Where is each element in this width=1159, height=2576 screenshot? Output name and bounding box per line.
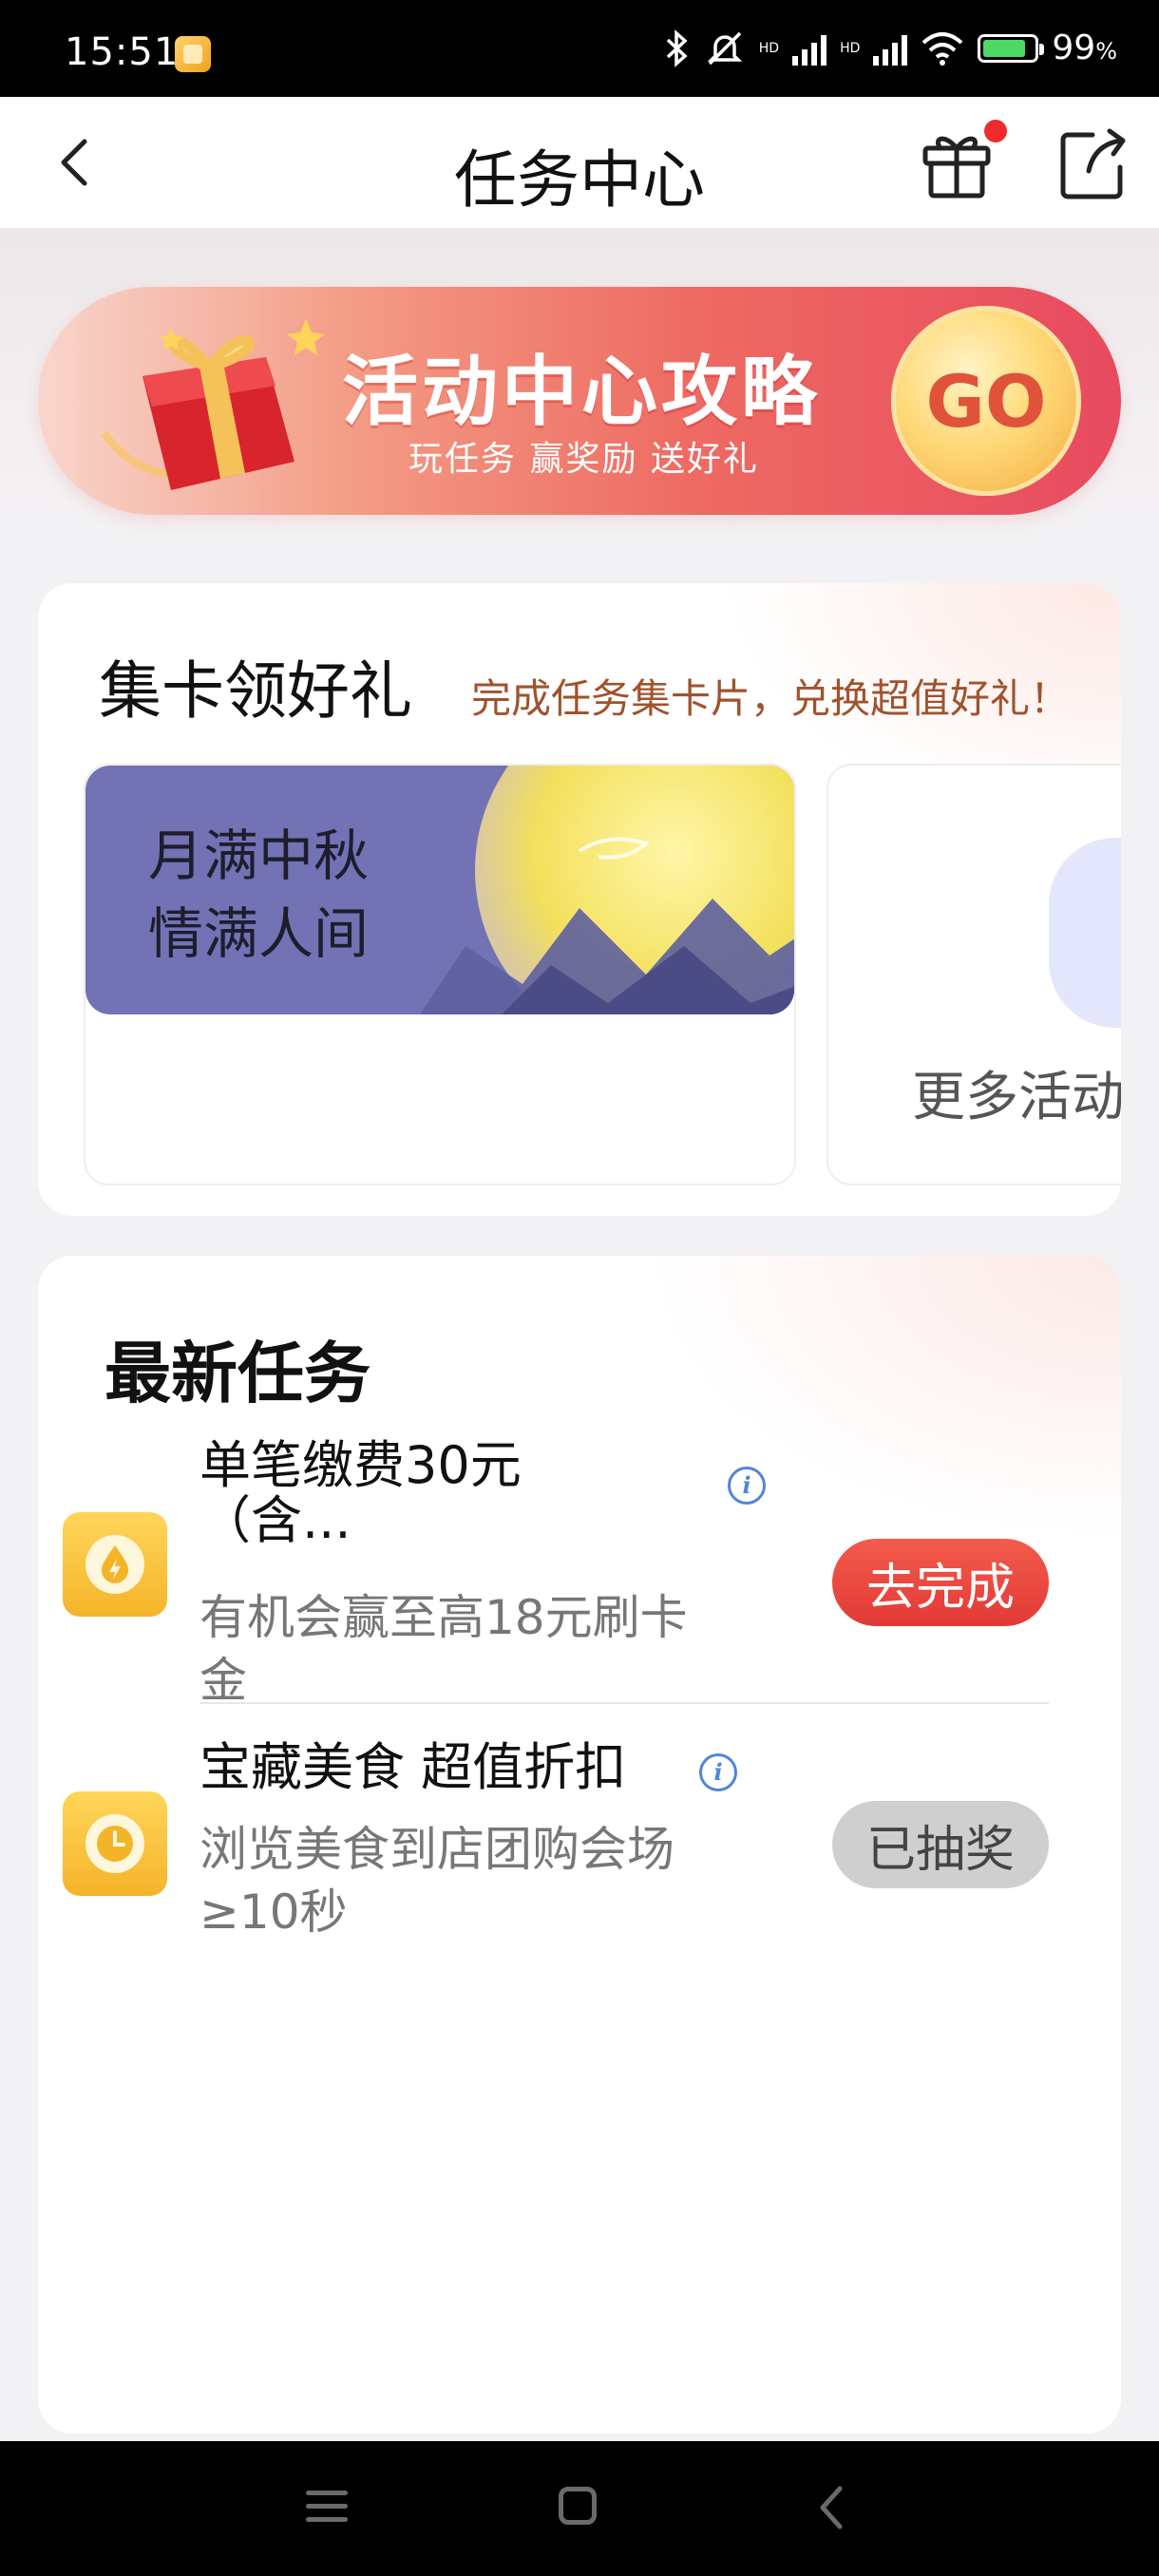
task-divider [200, 1702, 1049, 1704]
status-time: 15:51 [65, 30, 180, 74]
clock-icon [63, 1791, 167, 1896]
collect-cards-section: 集卡领好礼 完成任务集卡片，兑换超值好礼！ 月满中秋 情满人间 更多活动 [38, 583, 1121, 1216]
battery-percent: 99 [1052, 28, 1096, 67]
hd-label-1: HD [758, 40, 780, 56]
info-icon-2[interactable]: i [699, 1753, 737, 1791]
status-bar: 15:51 HD HD 99% [0, 0, 1159, 97]
complete-task-button[interactable]: 去完成 [832, 1539, 1049, 1626]
signal-icon-2 [873, 31, 908, 66]
home-icon[interactable] [559, 2487, 597, 2525]
activity-line-2: 情满人间 [148, 901, 370, 966]
lightning-icon [63, 1512, 167, 1617]
activity-guide-banner[interactable]: 活动中心攻略 玩任务 赢奖励 送好礼 GO [38, 287, 1121, 515]
notification-dot [984, 120, 1007, 142]
system-nav-bar [0, 2441, 1159, 2576]
banner-title: 活动中心攻略 [342, 348, 821, 436]
share-icon[interactable] [1051, 122, 1136, 207]
info-icon[interactable]: i [728, 1467, 766, 1505]
task-name: 单笔缴费30元 （含... [200, 1438, 522, 1548]
task-description: 有机会赢至高18元刷卡金 [200, 1590, 688, 1708]
more-activities-label: 更多活动 [912, 1067, 1121, 1128]
signal-icon-1 [792, 31, 827, 66]
top-nav-bar: 任务中心 [0, 97, 1159, 228]
banner-subtitle: 玩任务 赢奖励 送好礼 [408, 440, 759, 479]
battery-percent-unit: % [1095, 38, 1117, 65]
hd-label-2: HD [840, 40, 861, 56]
task-name-2: 宝藏美食 超值折扣 [200, 1737, 627, 1797]
system-back-icon[interactable] [813, 2483, 851, 2532]
gift-box-illustration [101, 319, 325, 490]
status-icons: HD HD 99% [662, 28, 1117, 67]
task-name-line-1: 单笔缴费30元 [200, 1435, 522, 1495]
already-drawn-button[interactable]: 已抽奖 [832, 1801, 1049, 1888]
mid-autumn-activity-card[interactable]: 月满中秋 情满人间 [84, 764, 796, 1185]
tasks-title: 最新任务 [104, 1335, 370, 1412]
go-button[interactable]: GO [891, 306, 1081, 496]
wifi-icon [922, 31, 963, 66]
bluetooth-icon [666, 28, 688, 67]
battery-icon [978, 33, 1045, 63]
collect-subtitle: 完成任务集卡片，兑换超值好礼！ [471, 675, 1071, 722]
activity-image: 月满中秋 情满人间 [86, 766, 794, 1014]
activity-line-1: 月满中秋 [148, 824, 370, 888]
task-name-line-2: （含... [200, 1490, 352, 1550]
more-activities-illustration [1049, 838, 1121, 1028]
moon-illustration [420, 766, 794, 1014]
task-description-2: 浏览美食到店团购会场≥10秒 [200, 1822, 674, 1940]
notification-app-icon [175, 36, 211, 72]
recent-apps-icon[interactable] [306, 2491, 348, 2525]
activity-text: 月满中秋 情满人间 [148, 817, 369, 973]
more-activities-card[interactable]: 更多活动 [826, 764, 1121, 1185]
collect-title: 集卡领好礼 [99, 654, 412, 728]
mute-vibrate-icon [707, 31, 742, 65]
